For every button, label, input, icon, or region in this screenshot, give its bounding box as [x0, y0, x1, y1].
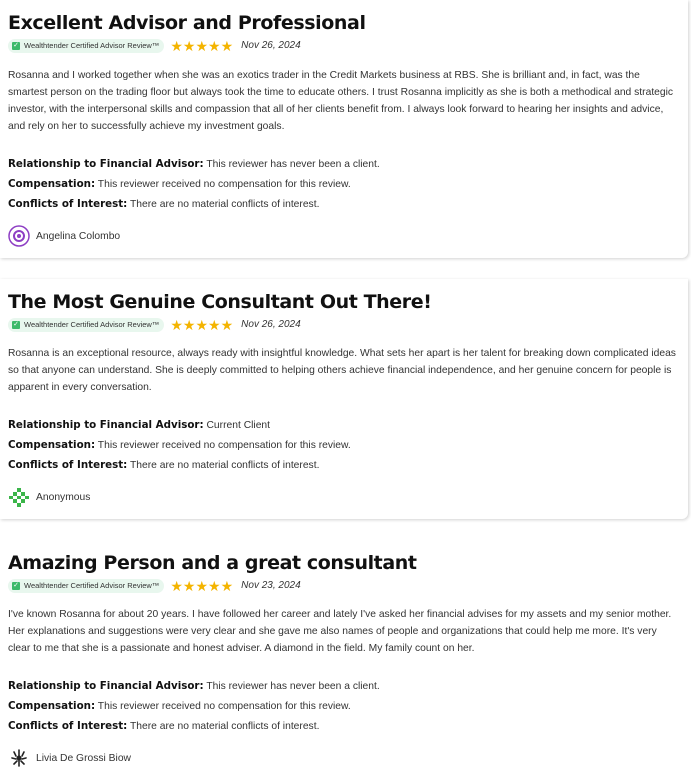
star-icon: ★ [220, 316, 234, 333]
avatar [8, 486, 30, 508]
review-body: Rosanna and I worked together when she w… [8, 70, 674, 132]
star-icon: ★ [182, 577, 196, 594]
conflicts-row: Conflicts of Interest: There are no mate… [8, 720, 319, 732]
star-icon: ★ [170, 316, 183, 333]
relationship-row: Relationship to Financial Advisor: Curre… [8, 419, 270, 431]
compensation-label: Compensation: [8, 439, 96, 451]
compensation-row: Compensation: This reviewer received no … [8, 178, 351, 190]
compensation-value: This reviewer received no compensation f… [97, 440, 351, 451]
relationship-value: This reviewer has never been a client. [206, 159, 380, 170]
relationship-row: Relationship to Financial Advisor: This … [8, 680, 380, 692]
review-title: Excellent Advisor and Professional [8, 12, 366, 34]
relationship-label: Relationship to Financial Advisor: [8, 158, 204, 170]
compensation-value: This reviewer received no compensation f… [97, 179, 351, 190]
review-card: Excellent Advisor and Professional ✓ Wea… [0, 0, 688, 258]
relationship-label: Relationship to Financial Advisor: [8, 419, 204, 431]
review-date: Nov 23, 2024 [241, 580, 301, 591]
conflicts-row: Conflicts of Interest: There are no mate… [8, 198, 319, 210]
certified-review-badge[interactable]: ✓ Wealthtender Certified Advisor Review™ [8, 578, 165, 593]
star-icon: ★ [220, 37, 234, 54]
review-author: Anonymous [8, 486, 90, 508]
review-author: Angelina Colombo [8, 225, 120, 247]
review-date: Nov 26, 2024 [241, 319, 301, 330]
compensation-value: This reviewer received no compensation f… [97, 701, 351, 712]
star-icon: ★ [208, 316, 221, 333]
conflicts-value: There are no material conflicts of inter… [130, 199, 320, 210]
review-meta: ✓ Wealthtender Certified Advisor Review™… [8, 38, 301, 53]
review-title: The Most Genuine Consultant Out There! [8, 291, 432, 313]
star-rating: ★ ★ ★ ★ ★ [170, 318, 233, 332]
review-body: I've known Rosanna for about 20 years. I… [8, 609, 672, 654]
compensation-row: Compensation: This reviewer received no … [8, 439, 351, 451]
author-name: Angelina Colombo [36, 230, 121, 242]
badge-label: Wealthtender Certified Advisor Review™ [24, 320, 160, 329]
star-icon: ★ [208, 577, 221, 594]
avatar [8, 225, 30, 247]
star-icon: ★ [170, 577, 183, 594]
relationship-row: Relationship to Financial Advisor: This … [8, 158, 380, 170]
review-card: Amazing Person and a great consultant ✓ … [0, 540, 688, 780]
relationship-label: Relationship to Financial Advisor: [8, 680, 204, 692]
certified-review-badge[interactable]: ✓ Wealthtender Certified Advisor Review™ [8, 317, 165, 332]
checkmark-icon: ✓ [12, 581, 20, 590]
conflicts-value: There are no material conflicts of inter… [130, 460, 320, 471]
star-icon: ★ [195, 316, 209, 333]
conflicts-label: Conflicts of Interest: [8, 720, 128, 732]
star-rating: ★ ★ ★ ★ ★ [170, 39, 233, 53]
star-rating: ★ ★ ★ ★ ★ [170, 579, 233, 593]
star-icon: ★ [195, 577, 209, 594]
review-meta: ✓ Wealthtender Certified Advisor Review™… [8, 317, 301, 332]
compensation-label: Compensation: [8, 178, 96, 190]
badge-label: Wealthtender Certified Advisor Review™ [24, 581, 160, 590]
review-body: Rosanna is an exceptional resource, alwa… [8, 348, 676, 393]
compensation-label: Compensation: [8, 700, 96, 712]
badge-label: Wealthtender Certified Advisor Review™ [24, 41, 160, 50]
star-icon: ★ [182, 316, 196, 333]
star-icon: ★ [195, 37, 209, 54]
star-icon: ★ [220, 577, 234, 594]
conflicts-label: Conflicts of Interest: [8, 459, 128, 471]
relationship-value: This reviewer has never been a client. [206, 681, 380, 692]
review-meta: ✓ Wealthtender Certified Advisor Review™… [8, 578, 301, 593]
conflicts-label: Conflicts of Interest: [8, 198, 128, 210]
relationship-value: Current Client [206, 420, 271, 431]
checkmark-icon: ✓ [12, 41, 20, 50]
star-icon: ★ [170, 37, 183, 54]
checkmark-icon: ✓ [12, 320, 20, 329]
author-name: Livia De Grossi Biow [36, 752, 131, 764]
conflicts-value: There are no material conflicts of inter… [130, 721, 320, 732]
review-title: Amazing Person and a great consultant [8, 552, 417, 574]
author-name: Anonymous [36, 491, 91, 503]
certified-review-badge[interactable]: ✓ Wealthtender Certified Advisor Review™ [8, 38, 165, 53]
star-icon: ★ [208, 37, 221, 54]
avatar [8, 747, 30, 769]
star-icon: ★ [182, 37, 196, 54]
compensation-row: Compensation: This reviewer received no … [8, 700, 351, 712]
review-date: Nov 26, 2024 [241, 40, 301, 51]
conflicts-row: Conflicts of Interest: There are no mate… [8, 459, 319, 471]
review-author: Livia De Grossi Biow [8, 747, 131, 769]
review-card: The Most Genuine Consultant Out There! ✓… [0, 279, 688, 519]
